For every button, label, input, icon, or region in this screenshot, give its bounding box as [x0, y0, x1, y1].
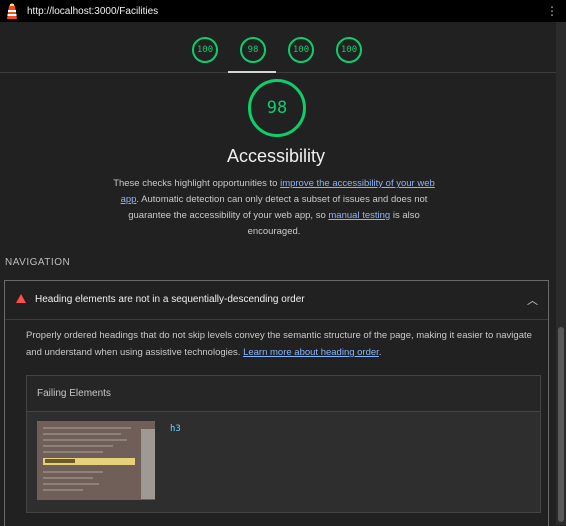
gauge-accessibility[interactable]: 98	[240, 37, 266, 63]
gauge-score: 100	[340, 45, 358, 55]
url-text: http://localhost:3000/Facilities	[27, 5, 159, 17]
manual-testing-link[interactable]: manual testing	[328, 210, 390, 221]
scrollbar-thumb[interactable]	[558, 327, 564, 522]
category-score: 98	[266, 98, 288, 118]
gauge-performance[interactable]: 100	[192, 37, 218, 63]
lighthouse-icon	[7, 2, 17, 19]
failing-elements-header: Failing Elements	[27, 376, 540, 412]
desc-text: .	[378, 347, 382, 358]
title-bar: http://localhost:3000/Facilities ⋮	[0, 0, 566, 22]
audit-item: Heading elements are not in a sequential…	[4, 280, 549, 526]
gauge-seo[interactable]: 100	[336, 37, 362, 63]
gauge-score: 100	[292, 45, 310, 55]
category-title: Accessibility	[226, 146, 326, 166]
audit-title: Heading elements are not in a sequential…	[35, 294, 305, 305]
failing-elements-table: Failing Elements h3	[26, 375, 541, 513]
fail-triangle-icon	[16, 294, 26, 303]
chevron-up-icon[interactable]: ︿	[527, 292, 538, 308]
gauge-score: 98	[247, 45, 259, 55]
audit-header[interactable]: Heading elements are not in a sequential…	[5, 281, 548, 320]
learn-more-link[interactable]: Learn more about heading order	[243, 347, 379, 358]
desc-text: These checks highlight opportunities to	[113, 178, 281, 189]
section-label: NAVIGATION	[5, 257, 71, 268]
audit-description: Properly ordered headings that do not sk…	[26, 327, 540, 361]
element-screenshot[interactable]	[37, 421, 155, 500]
category-score-gauge: 98	[248, 79, 306, 137]
kebab-menu-icon[interactable]: ⋮	[546, 3, 558, 19]
score-gauges-bar: 100 98 100 100	[0, 22, 556, 73]
category-description: These checks highlight opportunities to …	[110, 176, 438, 240]
vertical-scrollbar[interactable]	[556, 22, 566, 525]
active-gauge-indicator	[228, 71, 276, 73]
gauge-score: 100	[196, 45, 214, 55]
gauge-best-practices[interactable]: 100	[288, 37, 314, 63]
node-snippet[interactable]: h3	[170, 424, 181, 434]
